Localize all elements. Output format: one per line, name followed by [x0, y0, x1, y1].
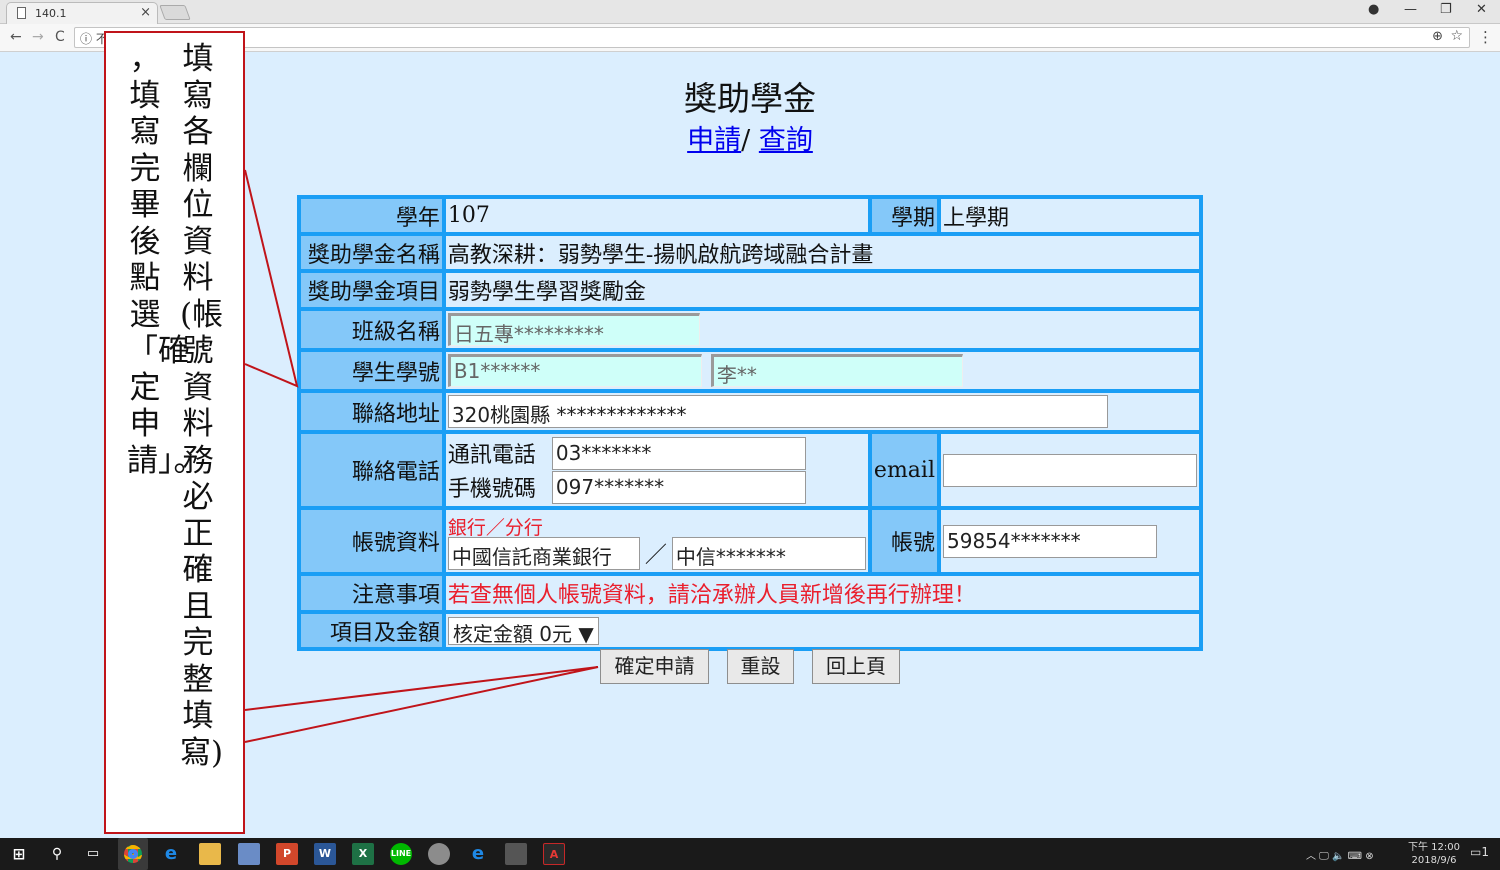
task-view-icon[interactable]: ▭: [82, 843, 104, 865]
start-icon[interactable]: ⊞: [8, 843, 30, 865]
line-icon[interactable]: LINE: [390, 843, 412, 865]
network-app-icon[interactable]: [238, 843, 260, 865]
callout-text-column-1: 填寫各欄位資料(帳號資料務必正確且完整填寫): [180, 41, 224, 771]
taskbar: ⊞ ⚲ ▭ e P W X LINE e A ︿ 🖵 🔈 ⌨ ⊗ 下午 12:0…: [0, 838, 1500, 870]
ie-icon[interactable]: e: [467, 843, 489, 865]
acrobat-icon[interactable]: A: [543, 843, 565, 865]
clock-time: 下午 12:00: [1408, 842, 1460, 853]
tray-icons[interactable]: ︿ 🖵 🔈 ⌨ ⊗: [1306, 847, 1374, 862]
powerpoint-icon[interactable]: P: [276, 843, 298, 865]
excel-icon[interactable]: X: [352, 843, 374, 865]
instruction-callout: 填寫各欄位資料(帳號資料務必正確且完整填寫) ，填寫完畢後點選「確定申請」。: [104, 31, 245, 834]
pointer-to-confirm: [244, 666, 599, 743]
pointer-to-form: [244, 169, 299, 388]
chrome-icon[interactable]: [118, 838, 148, 870]
notification-icon[interactable]: ▭1: [1470, 845, 1489, 859]
callout-text-column-2: ，填寫完畢後點選「確定申請」。: [127, 41, 205, 479]
clock-date: 2018/9/6: [1411, 855, 1457, 866]
edge-icon[interactable]: e: [160, 843, 182, 865]
search-icon[interactable]: ⚲: [46, 843, 68, 865]
file-explorer-icon[interactable]: [199, 843, 221, 865]
clock[interactable]: 下午 12:00 2018/9/6: [1408, 841, 1460, 867]
notification-count: 1: [1481, 845, 1489, 859]
app-icon[interactable]: [428, 843, 450, 865]
word-icon[interactable]: W: [314, 843, 336, 865]
app-hat-icon[interactable]: [505, 843, 527, 865]
